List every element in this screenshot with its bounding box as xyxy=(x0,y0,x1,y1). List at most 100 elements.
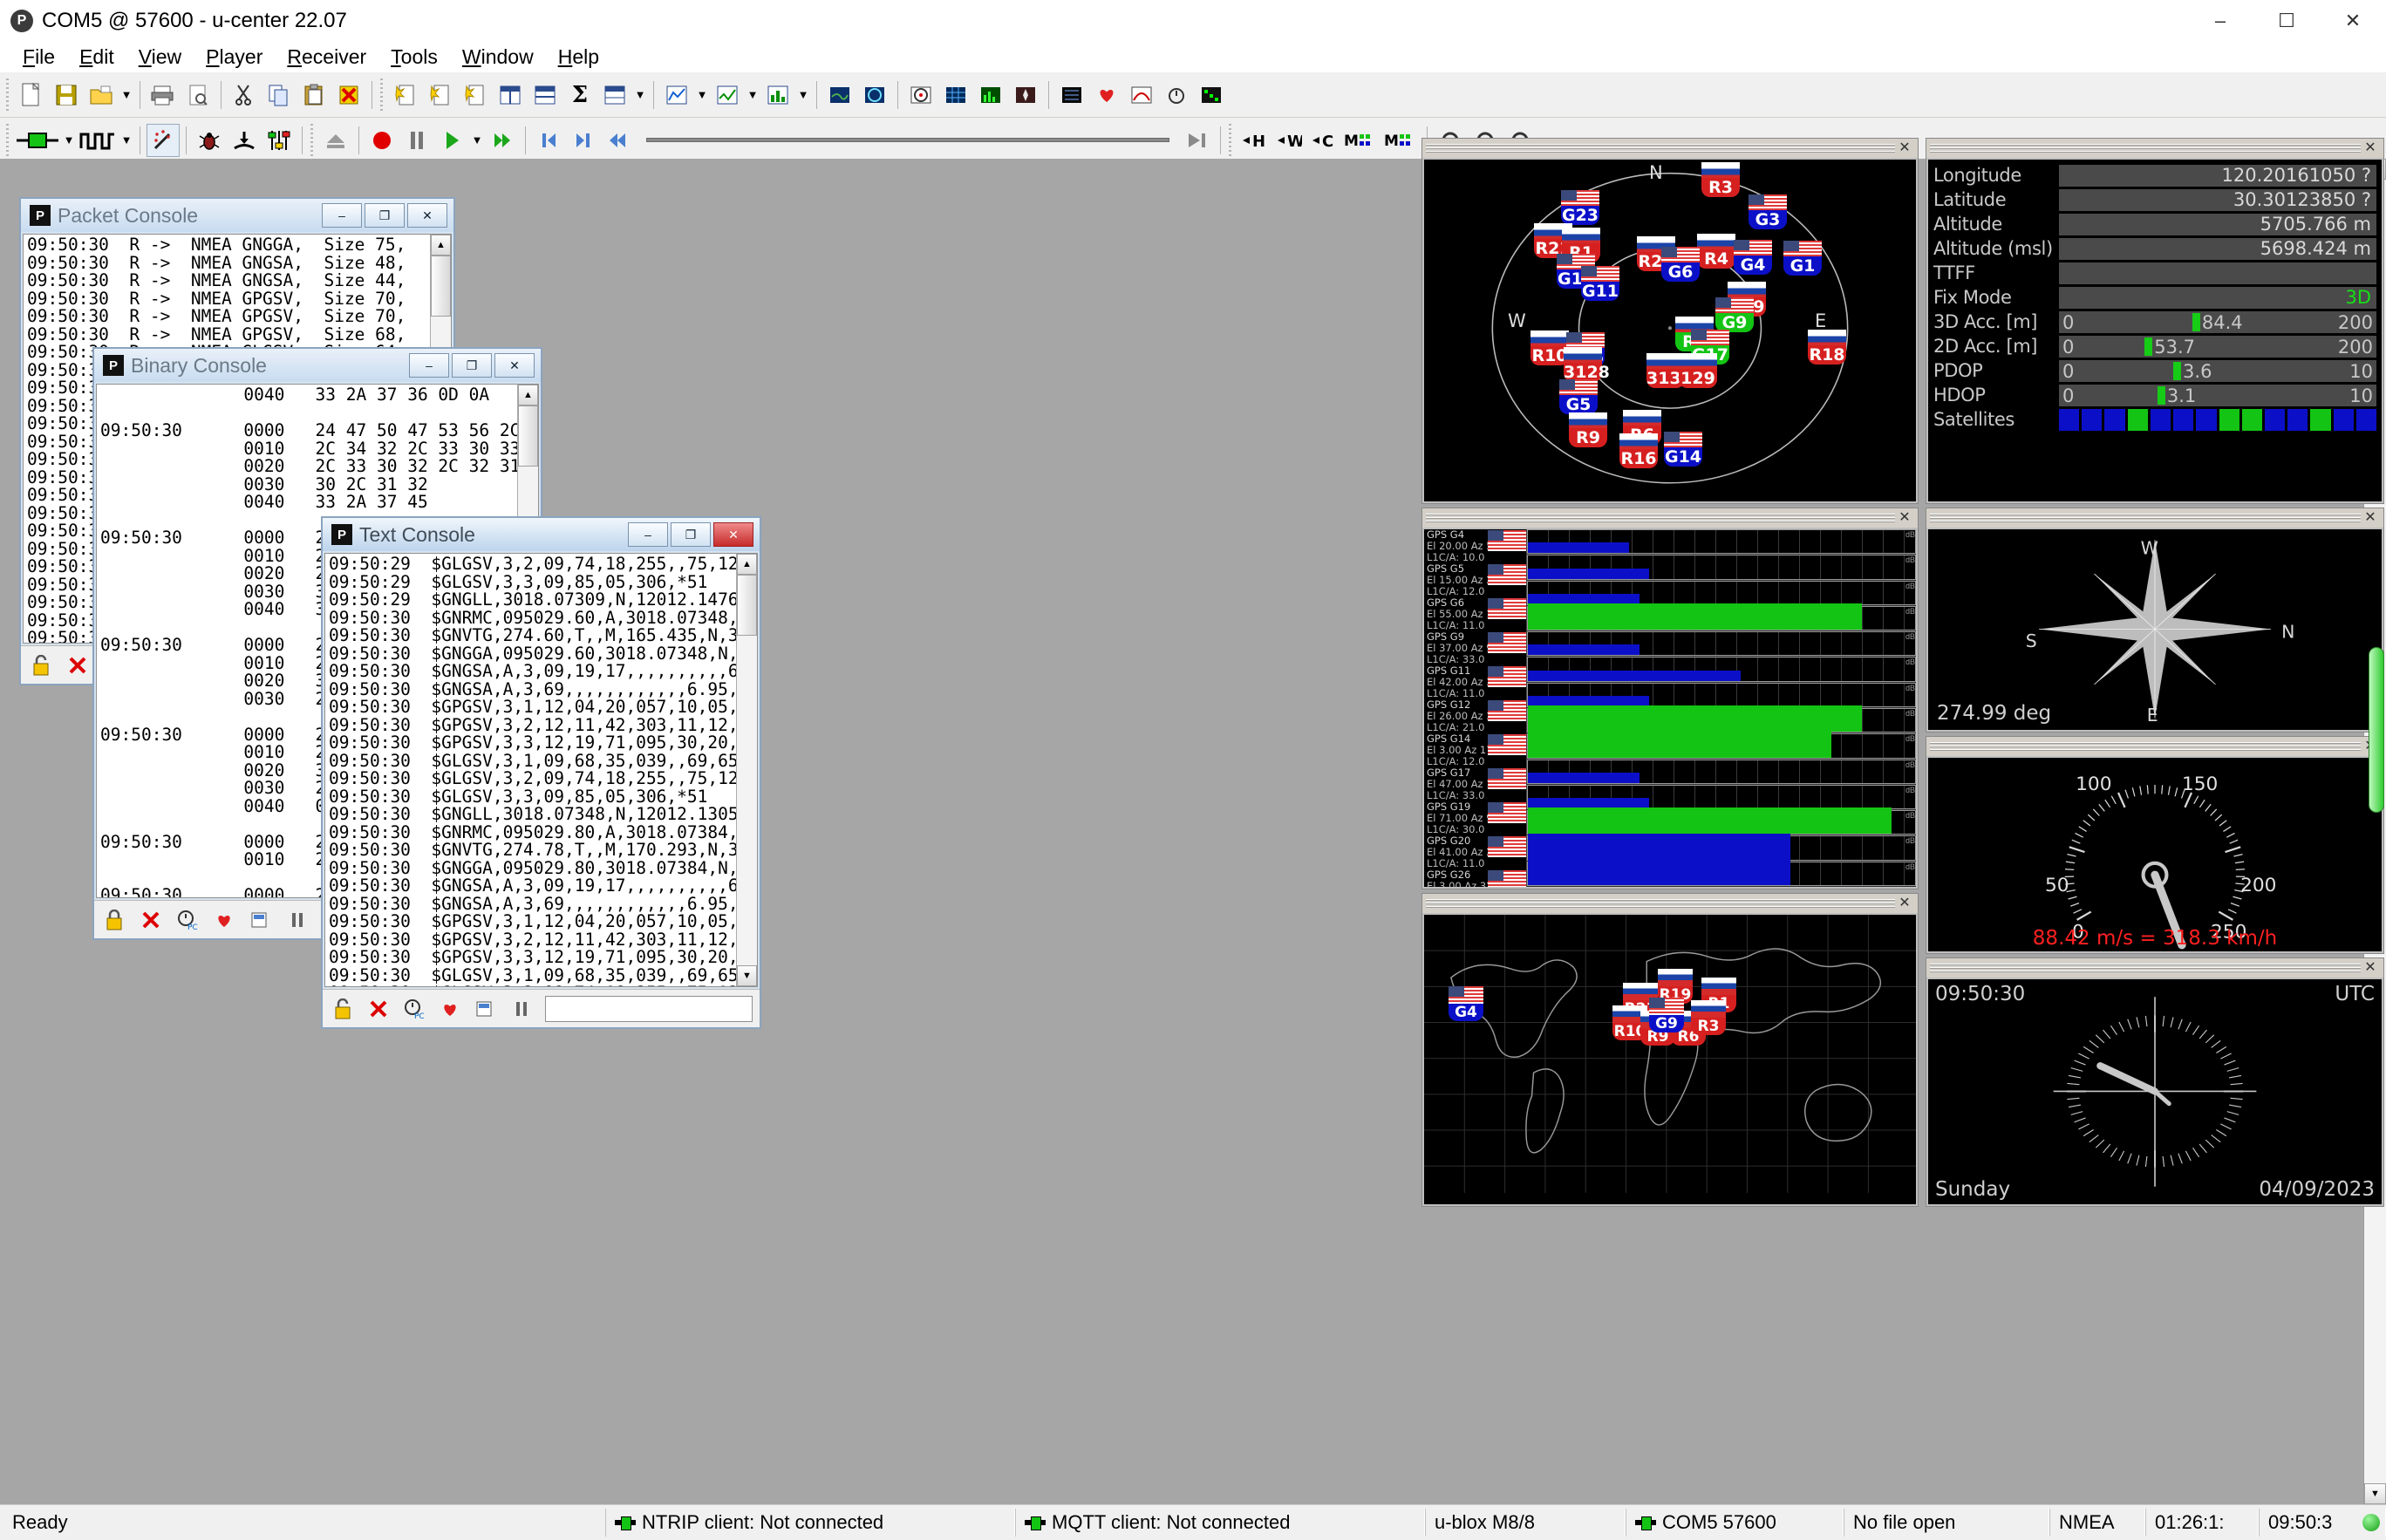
clear-red-x-icon[interactable] xyxy=(138,907,164,933)
sky-satellite-g3[interactable]: G3 xyxy=(1749,194,1787,229)
compass-body[interactable]: W N E S 274.99 deg xyxy=(1928,529,2382,730)
histogram-icon[interactable] xyxy=(974,78,1007,112)
list-icon[interactable] xyxy=(1055,78,1088,112)
close-icon[interactable]: ✕ xyxy=(1895,896,1914,910)
download-icon[interactable] xyxy=(228,124,261,157)
close-icon[interactable]: ✕ xyxy=(1895,511,1914,525)
text-console-titlebar[interactable]: P Text Console – ❐ ✕ xyxy=(323,518,760,551)
text-restore-button[interactable]: ❐ xyxy=(671,522,711,547)
sat-right-icon[interactable]: M xyxy=(1382,124,1421,157)
new-file-icon[interactable] xyxy=(15,78,48,112)
speed-icon[interactable]: W xyxy=(1272,124,1305,157)
sky-view-body[interactable]: N E W R3G3G23R21R1R20R4G4G1G12G6G11R19G9… xyxy=(1424,160,1916,501)
unlock-icon[interactable] xyxy=(28,652,54,678)
status-file[interactable]: No file open xyxy=(1844,1509,2049,1537)
minimize-button[interactable]: – xyxy=(2187,0,2253,42)
speedometer-body[interactable]: 50 100 150 200 0 250 88.42 m/s = 318.3 k… xyxy=(1928,758,2382,951)
scroll-down-icon[interactable]: ▼ xyxy=(2364,1483,2386,1504)
matrix-icon[interactable] xyxy=(1195,78,1228,112)
satellite-row[interactable]: GPS G4 El 20.00 Az 57 L1C/A: 10.0 xyxy=(1424,529,1526,563)
status-protocol[interactable]: NMEA xyxy=(2049,1509,2145,1537)
data-view-body[interactable]: Longitude 120.20161050 ? Latitude 30.301238… xyxy=(1928,160,2382,501)
close-icon[interactable]: ✕ xyxy=(2361,961,2380,975)
menu-item-help[interactable]: Help xyxy=(546,43,611,72)
toolbar-grip[interactable] xyxy=(308,123,315,157)
scroll-down-icon[interactable]: ▼ xyxy=(737,965,757,986)
player-position-slider[interactable] xyxy=(646,124,1169,157)
maximize-button[interactable]: ☐ xyxy=(2253,0,2320,42)
clock-dock-bar[interactable]: ✕ xyxy=(1926,958,2383,978)
packet-restore-button[interactable]: ❐ xyxy=(365,203,405,228)
packet-close-button[interactable]: ✕ xyxy=(407,203,447,228)
satellite-row[interactable]: GPS G5 El 15.00 Az 22 L1C/A: 12.0 xyxy=(1424,563,1526,597)
text-console-window[interactable]: P Text Console – ❐ ✕ 09:50:29 $GLGSV,3,2… xyxy=(321,516,761,1029)
world-map-body[interactable]: R21R10R9R6R19R1R3G9G4 xyxy=(1424,915,1916,1204)
split-horizontal-icon[interactable] xyxy=(494,78,527,112)
goto-end-icon[interactable] xyxy=(1181,124,1214,157)
satellite-row[interactable]: GPS G14 El 3.00 Az 170 L1C/A: 12.0 xyxy=(1424,733,1526,767)
text-console-scrollbar[interactable]: ▲ ▼ xyxy=(736,554,757,986)
packet-minimize-button[interactable]: – xyxy=(322,203,362,228)
record-icon[interactable] xyxy=(365,124,399,157)
copy-icon[interactable] xyxy=(262,78,296,112)
save-icon[interactable] xyxy=(50,78,83,112)
sky-view-dock-bar[interactable]: ✕ xyxy=(1422,139,1918,158)
data-view-dock-bar[interactable]: ✕ xyxy=(1926,139,2383,158)
play-dropdown-arrow-icon[interactable]: ▼ xyxy=(469,124,485,157)
save-doc-star-icon[interactable] xyxy=(459,78,492,112)
binary-minimize-button[interactable]: – xyxy=(409,353,449,378)
unlock-icon[interactable] xyxy=(330,996,355,1022)
play-icon[interactable] xyxy=(435,124,468,157)
clear-red-x-icon[interactable] xyxy=(365,996,391,1022)
pause-console-icon[interactable] xyxy=(284,907,310,933)
sky-satellite-r18[interactable]: R18 xyxy=(1808,330,1846,365)
satellite-row[interactable]: GPS G20 El 41.00 Az 24 L1C/A: 11.0 xyxy=(1424,835,1526,869)
menu-item-edit[interactable]: Edit xyxy=(67,43,126,72)
export-icon[interactable] xyxy=(474,996,499,1022)
scroll-up-icon[interactable]: ▲ xyxy=(737,554,757,575)
fast-forward-icon[interactable] xyxy=(486,124,519,157)
open-dropdown-arrow-icon[interactable]: ▼ xyxy=(119,78,134,112)
stopwatch-icon[interactable] xyxy=(1160,78,1193,112)
lock-icon[interactable] xyxy=(101,907,127,933)
sky-satellite-129[interactable]: 129 xyxy=(1679,353,1717,388)
menu-item-view[interactable]: View xyxy=(126,43,194,72)
binary-console-titlebar[interactable]: P Binary Console – ❐ ✕ xyxy=(94,349,541,382)
toolbar-grip[interactable] xyxy=(378,78,385,112)
table-icon[interactable] xyxy=(598,78,631,112)
dock-grip[interactable] xyxy=(1930,742,2361,751)
paste-icon[interactable] xyxy=(297,78,331,112)
new-doc-star-icon[interactable] xyxy=(389,78,422,112)
satellite-levels-dock-bar[interactable]: ✕ xyxy=(1422,508,1918,528)
open-folder-icon[interactable] xyxy=(85,78,118,112)
toolbar-grip[interactable] xyxy=(3,123,10,157)
sigma-icon[interactable]: Σ xyxy=(563,78,596,112)
toolbar-grip[interactable] xyxy=(3,78,10,112)
grid-icon[interactable] xyxy=(939,78,972,112)
export-icon[interactable] xyxy=(248,907,274,933)
chart-icon[interactable] xyxy=(660,78,693,112)
dock-scroll-thumb[interactable] xyxy=(2369,647,2384,813)
rewind-icon[interactable] xyxy=(602,124,635,157)
scroll-thumb[interactable] xyxy=(518,405,538,467)
dock-grip[interactable] xyxy=(1930,144,2361,153)
sky-satellite-g4[interactable]: G4 xyxy=(1734,240,1772,275)
satellite-levels-body[interactable]: GPS G4 El 20.00 Az 57 L1C/A: 10.0 GPS G5 El … xyxy=(1424,529,1916,887)
scroll-track[interactable] xyxy=(737,575,757,965)
speedometer-dock-bar[interactable]: ✕ xyxy=(1926,737,2383,756)
table-dropdown-arrow-icon[interactable]: ▼ xyxy=(632,78,648,112)
globe-icon[interactable] xyxy=(858,78,891,112)
sat-left-icon[interactable]: M xyxy=(1342,124,1380,157)
sky-satellite-g11[interactable]: G11 xyxy=(1581,266,1619,301)
clock-body[interactable]: 09:50:30 UTC Sunday 04/09/2023 xyxy=(1928,979,2382,1204)
bar-chart-icon[interactable] xyxy=(761,78,794,112)
compass-dock-bar[interactable]: ✕ xyxy=(1926,508,2383,528)
text-minimize-button[interactable]: – xyxy=(628,522,668,547)
sky-satellite-r4[interactable]: R4 xyxy=(1697,234,1735,269)
sky-satellite-r9[interactable]: R9 xyxy=(1569,412,1607,447)
satellite-row[interactable]: GPS G9 El 37.00 Az 90 L1C/A: 33.0 xyxy=(1424,631,1526,665)
deviation-icon[interactable] xyxy=(1125,78,1158,112)
port-dropdown-arrow-icon[interactable]: ▼ xyxy=(61,124,77,157)
menu-item-tools[interactable]: Tools xyxy=(378,43,450,72)
text-console-input[interactable] xyxy=(545,995,753,1022)
